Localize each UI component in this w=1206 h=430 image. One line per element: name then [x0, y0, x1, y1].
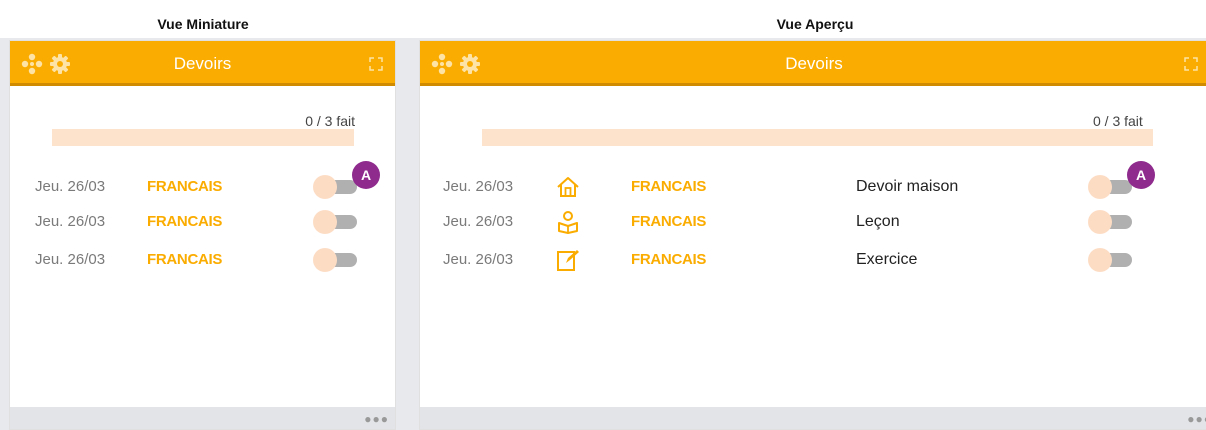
homework-subject: FRANCAIS [147, 213, 223, 230]
homework-subject: FRANCAIS [147, 251, 223, 268]
homework-type: Devoir maison [856, 178, 959, 195]
homework-row[interactable]: Jeu. 26/03 FRANCAIS Leçon [420, 204, 1206, 240]
widget-footer: ●●● [10, 407, 395, 429]
student-reading-icon [558, 211, 578, 234]
homework-date: Jeu. 26/03 [35, 213, 106, 230]
edit-sheet-icon [557, 250, 579, 271]
homework-date: Jeu. 26/03 [443, 251, 514, 268]
more-options-icon[interactable]: ●●● [1187, 412, 1206, 426]
homework-type: Exercice [856, 251, 918, 268]
homework-row[interactable]: Jeu. 26/03 FRANCAIS [10, 204, 395, 240]
homework-row[interactable]: Jeu. 26/03 FRANCAIS Devoir maison [420, 169, 1206, 205]
done-toggle[interactable] [313, 248, 357, 272]
house-icon [557, 177, 579, 197]
homework-date: Jeu. 26/03 [443, 213, 514, 230]
widget-footer: ●●● [420, 407, 1206, 429]
widget-title: Devoirs [173, 54, 232, 73]
done-toggle[interactable] [1088, 175, 1132, 199]
expand-icon[interactable] [1184, 57, 1198, 71]
homework-widget-apercu: Devoirs 0 / 3 fait Jeu. 26/03 FRANCAIS D… [419, 40, 1206, 430]
progress-text: 0 / 3 fait [1093, 113, 1143, 129]
miniature-view-title: Vue Miniature [157, 16, 249, 32]
homework-row[interactable]: Jeu. 26/03 FRANCAIS [10, 242, 395, 278]
homework-date: Jeu. 26/03 [35, 251, 106, 268]
more-options-icon[interactable]: ●●● [364, 412, 389, 426]
homework-date: Jeu. 26/03 [443, 178, 514, 195]
user-avatar[interactable]: A [352, 161, 380, 189]
homework-subject: FRANCAIS [631, 251, 707, 268]
homework-row[interactable]: Jeu. 26/03 FRANCAIS [10, 169, 395, 205]
homework-widget-miniature: Devoirs 0 / 3 fait Jeu. 26/03 FRANCAIS J… [9, 40, 396, 430]
done-toggle[interactable] [1088, 210, 1132, 234]
widget-title: Devoirs [785, 54, 843, 73]
user-avatar[interactable]: A [1127, 161, 1155, 189]
progress-bar [52, 129, 354, 146]
homework-date: Jeu. 26/03 [35, 178, 106, 195]
done-toggle[interactable] [313, 175, 357, 199]
progress-bar [482, 129, 1153, 146]
widget-header: Devoirs [420, 41, 1206, 86]
done-toggle[interactable] [313, 210, 357, 234]
apercu-view-title: Vue Aperçu [776, 16, 854, 32]
done-toggle[interactable] [1088, 248, 1132, 272]
progress-text: 0 / 3 fait [305, 113, 355, 129]
homework-subject: FRANCAIS [631, 213, 707, 230]
expand-icon[interactable] [369, 57, 383, 71]
widget-header: Devoirs [10, 41, 395, 86]
homework-subject: FRANCAIS [631, 178, 707, 195]
homework-subject: FRANCAIS [147, 178, 223, 195]
homework-row[interactable]: Jeu. 26/03 FRANCAIS Exercice [420, 242, 1206, 278]
homework-type: Leçon [856, 213, 900, 230]
